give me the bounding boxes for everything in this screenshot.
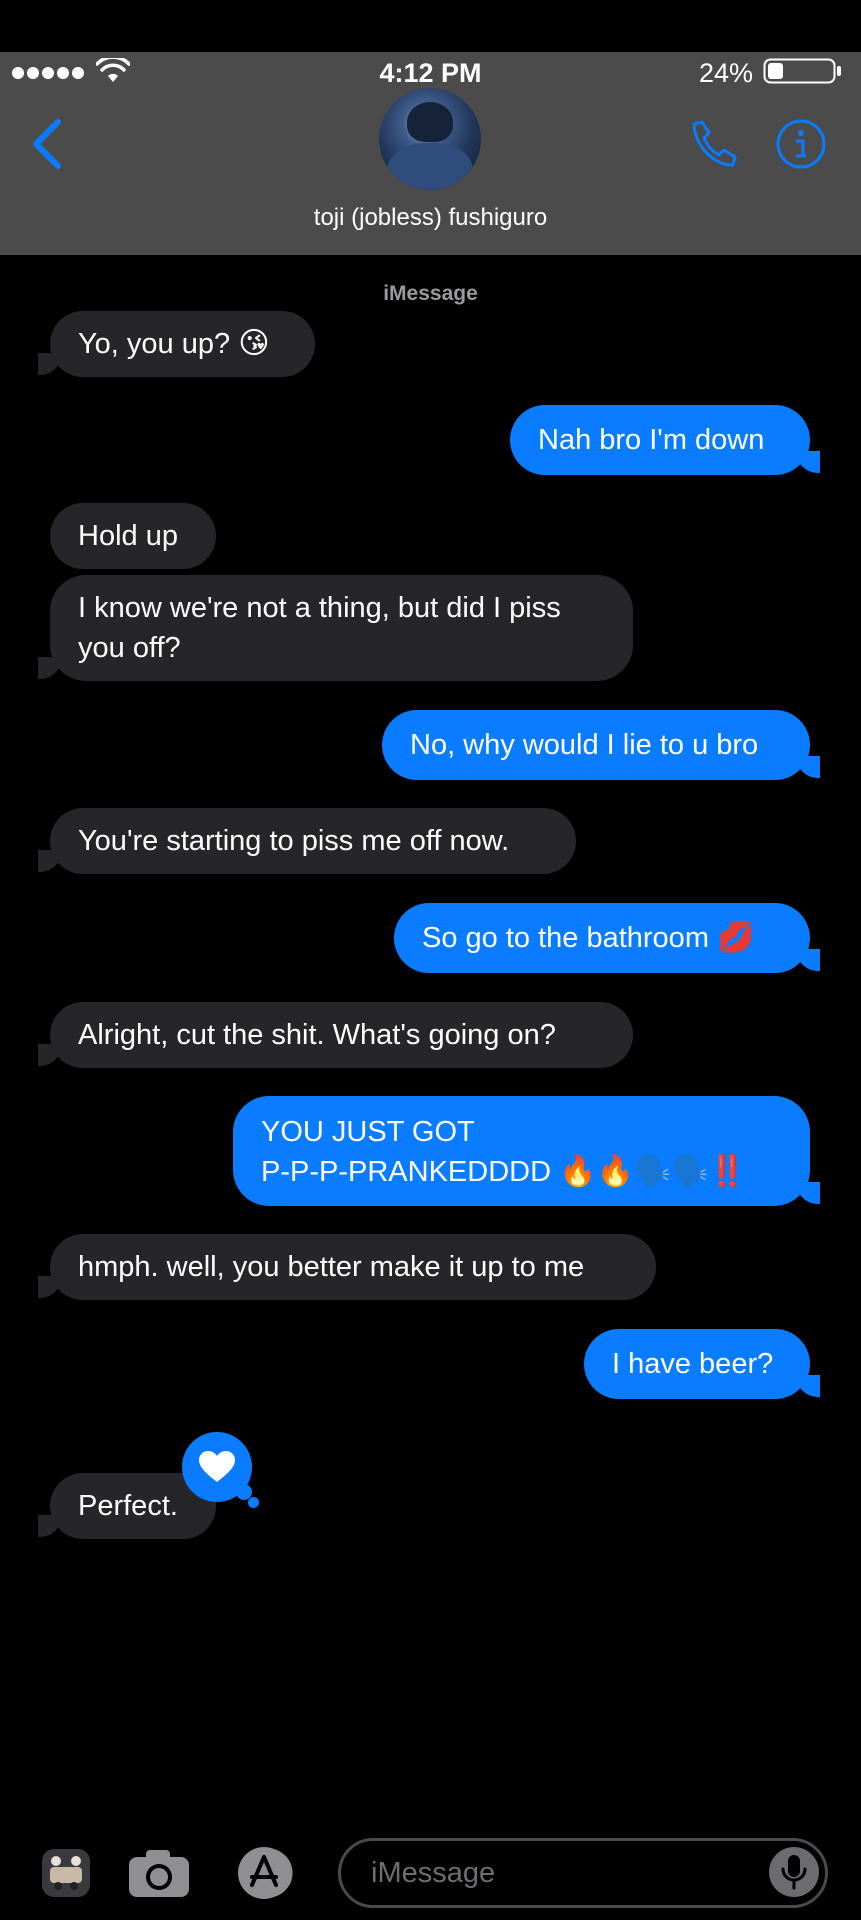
service-label: iMessage (383, 282, 478, 305)
message-text: Alright, cut the shit. What's going on? (78, 1019, 556, 1051)
bubble-tail (38, 1044, 62, 1066)
message-bubble-outgoing[interactable]: I have beer? (584, 1329, 810, 1399)
message-bubble-incoming[interactable]: Yo, you up? 😘 (50, 311, 315, 377)
bubble-tail (38, 353, 62, 375)
message-text: hmph. well, you better make it up to me (78, 1251, 585, 1283)
bubble-tail (796, 756, 820, 778)
message-placeholder: iMessage (371, 1856, 496, 1889)
message-text: Hold up (78, 520, 178, 552)
sticker-app-icon[interactable] (38, 1845, 94, 1901)
bubble-tail (796, 1375, 820, 1397)
message-text: I know we're not a thing, but did I piss… (78, 592, 561, 664)
contact-avatar[interactable] (379, 88, 481, 190)
app-store-icon[interactable] (230, 1845, 306, 1901)
message-bubble-incoming[interactable]: You're starting to piss me off now. (50, 808, 576, 874)
message-bubble-incoming[interactable]: I know we're not a thing, but did I piss… (50, 575, 633, 681)
battery-percentage: 24% (698, 58, 753, 88)
message-text: No, why would I lie to u bro (410, 729, 759, 761)
message-text: Nah bro I'm down (538, 424, 765, 456)
message-input[interactable]: iMessage (338, 1838, 828, 1908)
back-chevron-icon[interactable] (28, 118, 64, 175)
message-bubble-outgoing[interactable]: So go to the bathroom 💋 (394, 903, 810, 973)
bubble-tail (38, 1515, 62, 1537)
message-emoji: 🔥🔥🗣️🗣️‼️ (559, 1155, 746, 1188)
bubble-tail (38, 1276, 62, 1298)
bubble-tail (796, 1182, 820, 1204)
bubble-tail (796, 451, 820, 473)
message-text: You're starting to piss me off now. (78, 825, 510, 857)
info-icon[interactable] (775, 118, 827, 175)
microphone-icon[interactable] (769, 1847, 819, 1897)
message-bubble-outgoing[interactable]: No, why would I lie to u bro (382, 710, 810, 780)
message-text: Perfect. (78, 1490, 178, 1522)
bubble-tail (38, 850, 62, 872)
message-bubble-incoming[interactable]: Hold up (50, 503, 216, 569)
message-bubble-incoming[interactable]: Alright, cut the shit. What's going on? (50, 1002, 633, 1068)
message-emoji: 💋 (717, 921, 755, 954)
message-bubble-outgoing[interactable]: YOU JUST GOT P-P-P-PRANKEDDDD 🔥🔥🗣️🗣️‼️ (233, 1096, 810, 1206)
message-emoji: 😘 (238, 327, 270, 360)
message-text: So go to the bathroom (422, 922, 709, 954)
message-text: YOU JUST GOT P-P-P-PRANKEDDDD (261, 1116, 552, 1188)
bubble-tail (38, 657, 62, 679)
top-black-bar (0, 0, 861, 52)
camera-icon[interactable] (126, 1845, 192, 1901)
message-text: Yo, you up? (78, 328, 231, 360)
tapback-dot (248, 1497, 259, 1508)
message-bubble-incoming[interactable]: hmph. well, you better make it up to me (50, 1234, 656, 1300)
message-bubble-outgoing[interactable]: Nah bro I'm down (510, 405, 810, 475)
phone-call-icon[interactable] (686, 118, 738, 175)
bubble-tail (796, 949, 820, 971)
message-text: I have beer? (612, 1348, 774, 1380)
battery-icon (763, 58, 843, 84)
contact-name[interactable]: toji (jobless) fushiguro (0, 204, 861, 232)
